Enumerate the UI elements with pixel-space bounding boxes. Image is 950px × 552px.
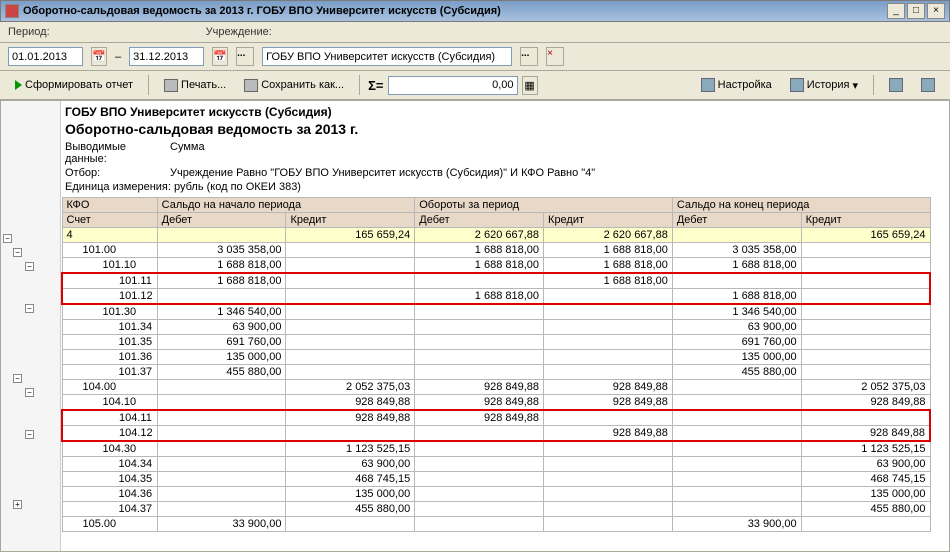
- report-area: − − − − − − − + ГОБУ ВПО Университет иск…: [0, 100, 950, 552]
- institution-picker-button[interactable]: ...: [520, 47, 538, 66]
- sigma-label: Σ=: [368, 78, 383, 93]
- filter-label: Отбор:: [65, 167, 170, 179]
- table-row[interactable]: 104.36135 000,00135 000,00: [62, 487, 930, 502]
- table-row[interactable]: 104.10928 849,88928 849,88928 849,88928 …: [62, 395, 930, 411]
- calendar-from-icon[interactable]: 📅: [91, 47, 107, 66]
- period-picker-button[interactable]: ...: [236, 47, 254, 66]
- unit-label: Единица измерения: рубль (код по ОКЕИ 38…: [65, 181, 301, 193]
- sum-input[interactable]: [388, 76, 518, 95]
- institution-label: Учреждение:: [206, 26, 272, 38]
- table-row[interactable]: 104.35468 745,15468 745,15: [62, 472, 930, 487]
- output-value: Сумма: [170, 141, 205, 165]
- tree-toggle[interactable]: −: [13, 374, 22, 383]
- col-begin-balance: Сальдо на начало периода: [157, 198, 415, 213]
- table-row[interactable]: 101.003 035 358,001 688 818,001 688 818,…: [62, 243, 930, 258]
- help-button[interactable]: [914, 74, 942, 96]
- table-row[interactable]: 101.101 688 818,001 688 818,001 688 818,…: [62, 258, 930, 274]
- institution-input[interactable]: [262, 47, 512, 66]
- table-row[interactable]: 104.301 123 525,151 123 525,15: [62, 441, 930, 457]
- table-row[interactable]: 101.111 688 818,001 688 818,00: [62, 273, 930, 289]
- close-button[interactable]: ×: [927, 3, 945, 19]
- titlebar: Оборотно-сальдовая ведомость за 2013 г. …: [0, 0, 950, 22]
- col-kfo: КФО: [62, 198, 157, 213]
- history-button[interactable]: История ▾: [783, 74, 865, 96]
- table-row[interactable]: 101.35691 760,00691 760,00: [62, 335, 930, 350]
- maximize-button[interactable]: □: [907, 3, 925, 19]
- table-row[interactable]: 104.11928 849,88928 849,88: [62, 410, 930, 426]
- question-icon: [921, 78, 935, 92]
- tree-toggle[interactable]: −: [13, 248, 22, 257]
- tool1-button[interactable]: [882, 74, 910, 96]
- app-icon: [5, 4, 19, 18]
- filter-value: Учреждение Равно "ГОБУ ВПО Университет и…: [170, 167, 595, 179]
- toolbar: Сформировать отчет Печать... Сохранить к…: [0, 71, 950, 100]
- table-row[interactable]: 104.3463 900,0063 900,00: [62, 457, 930, 472]
- col-end-balance: Сальдо на конец периода: [672, 198, 930, 213]
- save-as-button[interactable]: Сохранить как...: [237, 74, 351, 96]
- table-row[interactable]: 4165 659,242 620 667,882 620 667,88165 6…: [62, 228, 930, 243]
- settings-button[interactable]: Настройка: [694, 74, 779, 96]
- table-row[interactable]: 104.37455 880,00455 880,00: [62, 502, 930, 517]
- output-label: Выводимые данные:: [65, 141, 170, 165]
- play-icon: [15, 80, 22, 90]
- period-label: Период:: [8, 26, 50, 38]
- table-row[interactable]: 101.121 688 818,001 688 818,00: [62, 289, 930, 305]
- chevron-down-icon: ▾: [852, 79, 858, 92]
- params-bar: Период: Учреждение:: [0, 22, 950, 43]
- table-row[interactable]: 104.12928 849,88928 849,88: [62, 426, 930, 442]
- report-title: Оборотно-сальдовая ведомость за 2013 г.: [65, 121, 945, 137]
- tree-outline: − − − − − − − +: [1, 101, 61, 551]
- settings-icon: [701, 78, 715, 92]
- report-content: ГОБУ ВПО Университет искусств (Субсидия)…: [61, 101, 949, 551]
- history-icon: [790, 78, 804, 92]
- date-to-input[interactable]: [129, 47, 204, 66]
- tree-toggle[interactable]: −: [25, 430, 34, 439]
- window-title: Оборотно-сальдовая ведомость за 2013 г. …: [23, 5, 885, 17]
- balance-table[interactable]: КФО Сальдо на начало периода Обороты за …: [61, 197, 931, 532]
- tree-toggle[interactable]: −: [25, 304, 34, 313]
- table-row[interactable]: 105.0033 900,0033 900,00: [62, 517, 930, 532]
- disk-icon: [244, 79, 258, 92]
- table-row[interactable]: 104.002 052 375,03928 849,88928 849,882 …: [62, 380, 930, 395]
- wrench-icon: [889, 78, 903, 92]
- tree-toggle[interactable]: +: [13, 500, 22, 509]
- tree-toggle[interactable]: −: [25, 262, 34, 271]
- col-account: Счет: [62, 213, 157, 228]
- tree-toggle[interactable]: −: [25, 388, 34, 397]
- params-inputs: 📅 – 📅 ... ... ×: [0, 43, 950, 71]
- sum-calc-icon[interactable]: ▦: [522, 76, 538, 95]
- date-from-input[interactable]: [8, 47, 83, 66]
- institution-clear-button[interactable]: ×: [546, 47, 564, 66]
- table-row[interactable]: 101.37455 880,00455 880,00: [62, 365, 930, 380]
- printer-icon: [164, 79, 178, 92]
- table-row[interactable]: 101.3463 900,0063 900,00: [62, 320, 930, 335]
- col-turnover: Обороты за период: [415, 198, 673, 213]
- table-row[interactable]: 101.36135 000,00135 000,00: [62, 350, 930, 365]
- table-row[interactable]: 101.301 346 540,001 346 540,00: [62, 304, 930, 320]
- calendar-to-icon[interactable]: 📅: [212, 47, 228, 66]
- print-button[interactable]: Печать...: [157, 74, 233, 96]
- report-org: ГОБУ ВПО Университет искусств (Субсидия): [65, 105, 945, 119]
- form-report-button[interactable]: Сформировать отчет: [8, 74, 140, 96]
- tree-toggle[interactable]: −: [3, 234, 12, 243]
- minimize-button[interactable]: _: [887, 3, 905, 19]
